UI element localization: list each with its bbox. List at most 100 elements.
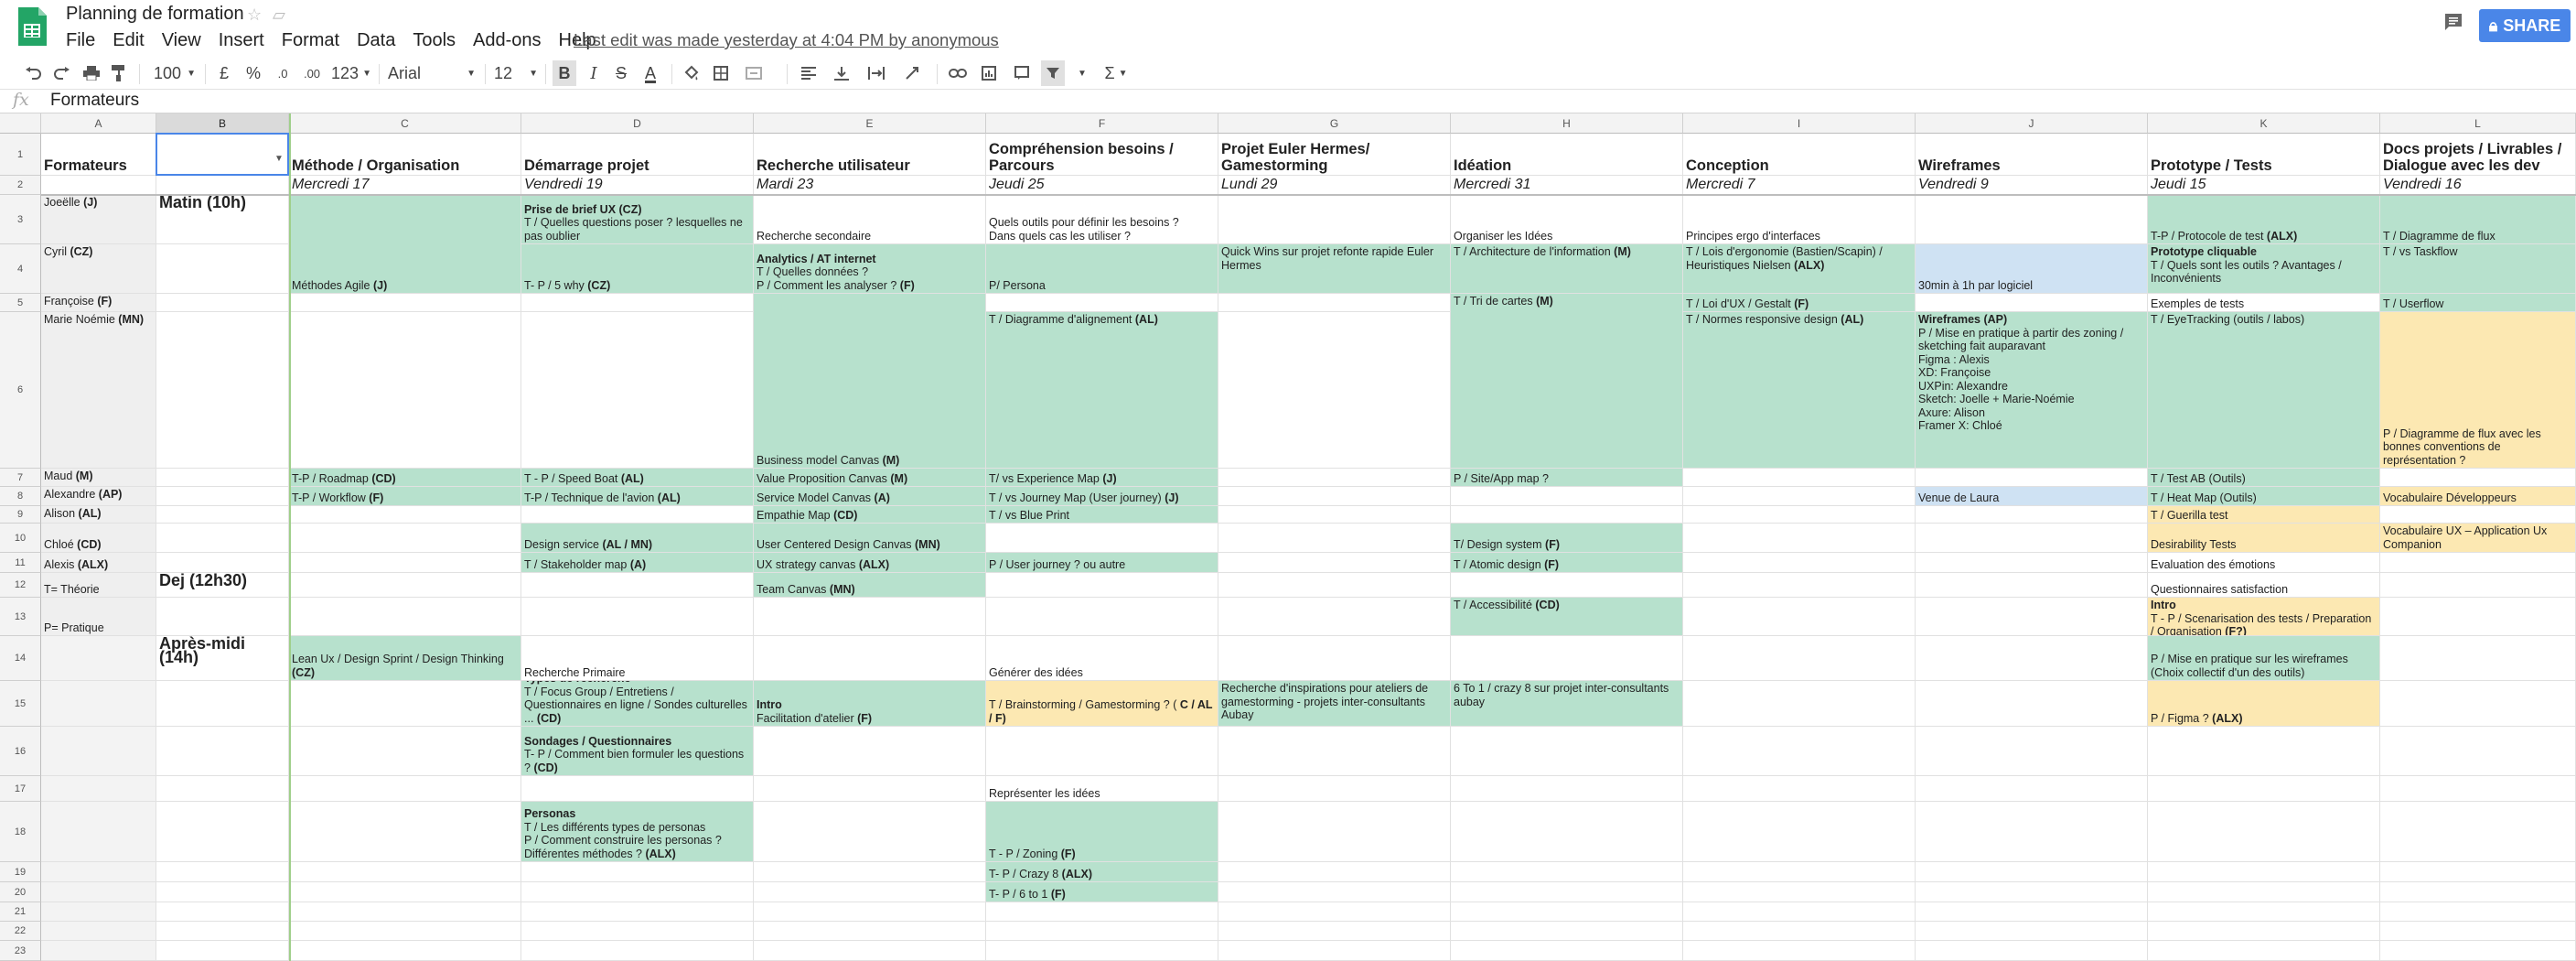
cell-k20[interactable] bbox=[2148, 882, 2380, 902]
insert-comment-icon[interactable] bbox=[1010, 60, 1034, 86]
text-color-button[interactable]: A bbox=[640, 60, 660, 86]
cell-i14[interactable] bbox=[1683, 636, 1916, 681]
cell-j9[interactable] bbox=[1916, 506, 2148, 524]
cell-k19[interactable] bbox=[2148, 862, 2380, 882]
cell-h2[interactable]: Mercredi 31 bbox=[1451, 176, 1683, 195]
move-folder-icon[interactable]: ▱ bbox=[273, 5, 285, 25]
menu-file[interactable]: File bbox=[66, 30, 95, 51]
cell-a20[interactable] bbox=[41, 882, 156, 902]
cell-c14[interactable]: Lean Ux / Design Sprint / Design Thinkin… bbox=[289, 636, 521, 681]
cell-h15[interactable]: 6 To 1 / crazy 8 sur projet inter-consul… bbox=[1451, 681, 1683, 727]
cell-a6[interactable]: Marie Noémie (MN) bbox=[41, 312, 156, 469]
cell-f6[interactable]: T / Diagramme d'alignement (AL) bbox=[986, 312, 1218, 469]
cell-g2[interactable]: Lundi 29 bbox=[1218, 176, 1451, 195]
more-formats-button[interactable]: 123 ▼ bbox=[329, 60, 373, 86]
cell-f20[interactable]: T- P / 6 to 1 (F) bbox=[986, 882, 1218, 902]
cell-h8[interactable] bbox=[1451, 487, 1683, 506]
cell-h11[interactable]: T / Atomic design (F) bbox=[1451, 553, 1683, 573]
cell-b15[interactable] bbox=[156, 681, 289, 727]
cell-b21[interactable] bbox=[156, 902, 289, 922]
cell-l3[interactable]: T / Diagramme de flux bbox=[2380, 195, 2576, 244]
cell-b20[interactable] bbox=[156, 882, 289, 902]
row-header-23[interactable]: 23 bbox=[0, 941, 41, 961]
cell-a12[interactable]: T= Théorie bbox=[41, 573, 156, 598]
bold-button[interactable]: B bbox=[553, 60, 576, 86]
cell-a5[interactable]: Françoise (F) bbox=[41, 294, 156, 312]
cell-h10[interactable]: T/ Design system (F) bbox=[1451, 524, 1683, 553]
cell-j2[interactable]: Vendredi 9 bbox=[1916, 176, 2148, 195]
frozen-columns-divider[interactable] bbox=[289, 113, 291, 961]
cell-l14[interactable] bbox=[2380, 636, 2576, 681]
cell-c22[interactable] bbox=[289, 922, 521, 941]
cell-h12[interactable] bbox=[1451, 573, 1683, 598]
cell-l23[interactable] bbox=[2380, 941, 2576, 961]
cell-k22[interactable] bbox=[2148, 922, 2380, 941]
cell-l10[interactable]: Vocabulaire UX – Application Ux Companio… bbox=[2380, 524, 2576, 553]
cell-h14[interactable] bbox=[1451, 636, 1683, 681]
cell-j22[interactable] bbox=[1916, 922, 2148, 941]
cell-f12[interactable] bbox=[986, 573, 1218, 598]
cell-g15[interactable]: Recherche d'inspirations pour ateliers d… bbox=[1218, 681, 1451, 727]
cell-l1[interactable]: Docs projets / Livrables / Dialogue avec… bbox=[2380, 134, 2576, 176]
cell-b4[interactable] bbox=[156, 244, 289, 294]
cell-d18[interactable]: Personas T / Les différents types de per… bbox=[521, 802, 754, 862]
formula-input[interactable]: Formateurs bbox=[50, 91, 139, 111]
column-header-b[interactable]: B bbox=[156, 113, 289, 134]
cell-k14[interactable]: P / Mise en pratique sur les wireframes … bbox=[2148, 636, 2380, 681]
cell-b10[interactable] bbox=[156, 524, 289, 553]
italic-button[interactable]: I bbox=[584, 60, 604, 86]
cell-j11[interactable] bbox=[1916, 553, 2148, 573]
cell-i13[interactable] bbox=[1683, 598, 1916, 636]
cell-g16[interactable] bbox=[1218, 727, 1451, 776]
functions-button[interactable]: Σ ▼ bbox=[1098, 60, 1134, 86]
cell-b8[interactable] bbox=[156, 487, 289, 506]
merge-cells-icon[interactable] bbox=[739, 60, 768, 86]
cell-j3[interactable] bbox=[1916, 195, 2148, 244]
column-header-f[interactable]: F bbox=[986, 113, 1218, 134]
filter-icon[interactable] bbox=[1041, 60, 1065, 86]
cell-j10[interactable] bbox=[1916, 524, 2148, 553]
horizontal-align-icon[interactable] bbox=[796, 60, 821, 86]
cell-l9[interactable] bbox=[2380, 506, 2576, 524]
cell-i12[interactable] bbox=[1683, 573, 1916, 598]
cell-g12[interactable] bbox=[1218, 573, 1451, 598]
cell-i19[interactable] bbox=[1683, 862, 1916, 882]
cell-f3[interactable]: Quels outils pour définir les besoins ? … bbox=[986, 195, 1218, 244]
cell-k3[interactable]: T-P / Protocole de test (ALX) bbox=[2148, 195, 2380, 244]
cell-i23[interactable] bbox=[1683, 941, 1916, 961]
cell-d16[interactable]: Sondages / Questionnaires T- P / Comment… bbox=[521, 727, 754, 776]
cell-h22[interactable] bbox=[1451, 922, 1683, 941]
cell-h18[interactable] bbox=[1451, 802, 1683, 862]
cell-d8[interactable]: T-P / Technique de l'avion (AL) bbox=[521, 487, 754, 506]
cell-h7[interactable]: P / Site/App map ? bbox=[1451, 469, 1683, 487]
cell-l19[interactable] bbox=[2380, 862, 2576, 882]
cell-l2[interactable]: Vendredi 16 bbox=[2380, 176, 2576, 195]
text-wrapping-icon[interactable] bbox=[864, 60, 889, 86]
cell-j14[interactable] bbox=[1916, 636, 2148, 681]
column-header-h[interactable]: H bbox=[1451, 113, 1683, 134]
insert-chart-icon[interactable] bbox=[977, 60, 1001, 86]
fill-color-icon[interactable] bbox=[681, 60, 703, 86]
cell-c19[interactable] bbox=[289, 862, 521, 882]
cell-g18[interactable] bbox=[1218, 802, 1451, 862]
cell-k5[interactable]: Exemples de tests bbox=[2148, 294, 2380, 312]
cell-f1[interactable]: Compréhension besoins / Parcours bbox=[986, 134, 1218, 176]
cell-i5[interactable]: T / Loi d'UX / Gestalt (F) bbox=[1683, 294, 1916, 312]
cell-l5[interactable]: T / Userflow bbox=[2380, 294, 2576, 312]
cell-h21[interactable] bbox=[1451, 902, 1683, 922]
undo-icon[interactable] bbox=[22, 60, 44, 86]
cell-d12[interactable] bbox=[521, 573, 754, 598]
cell-e8[interactable]: Service Model Canvas (A) bbox=[754, 487, 986, 506]
row-header-19[interactable]: 19 bbox=[0, 862, 41, 882]
cell-f16[interactable] bbox=[986, 727, 1218, 776]
row-header-2[interactable]: 2 bbox=[0, 176, 41, 195]
cell-h23[interactable] bbox=[1451, 941, 1683, 961]
cell-h3[interactable]: Organiser les Idées bbox=[1451, 195, 1683, 244]
cell-g8[interactable] bbox=[1218, 487, 1451, 506]
cell-e9[interactable]: Empathie Map (CD) bbox=[754, 506, 986, 524]
cell-g20[interactable] bbox=[1218, 882, 1451, 902]
cell-l21[interactable] bbox=[2380, 902, 2576, 922]
cell-f11[interactable]: P / User journey ? ou autre bbox=[986, 553, 1218, 573]
zoom-select[interactable]: 100 ▼ bbox=[148, 60, 201, 86]
cell-a7[interactable]: Maud (M) bbox=[41, 469, 156, 487]
